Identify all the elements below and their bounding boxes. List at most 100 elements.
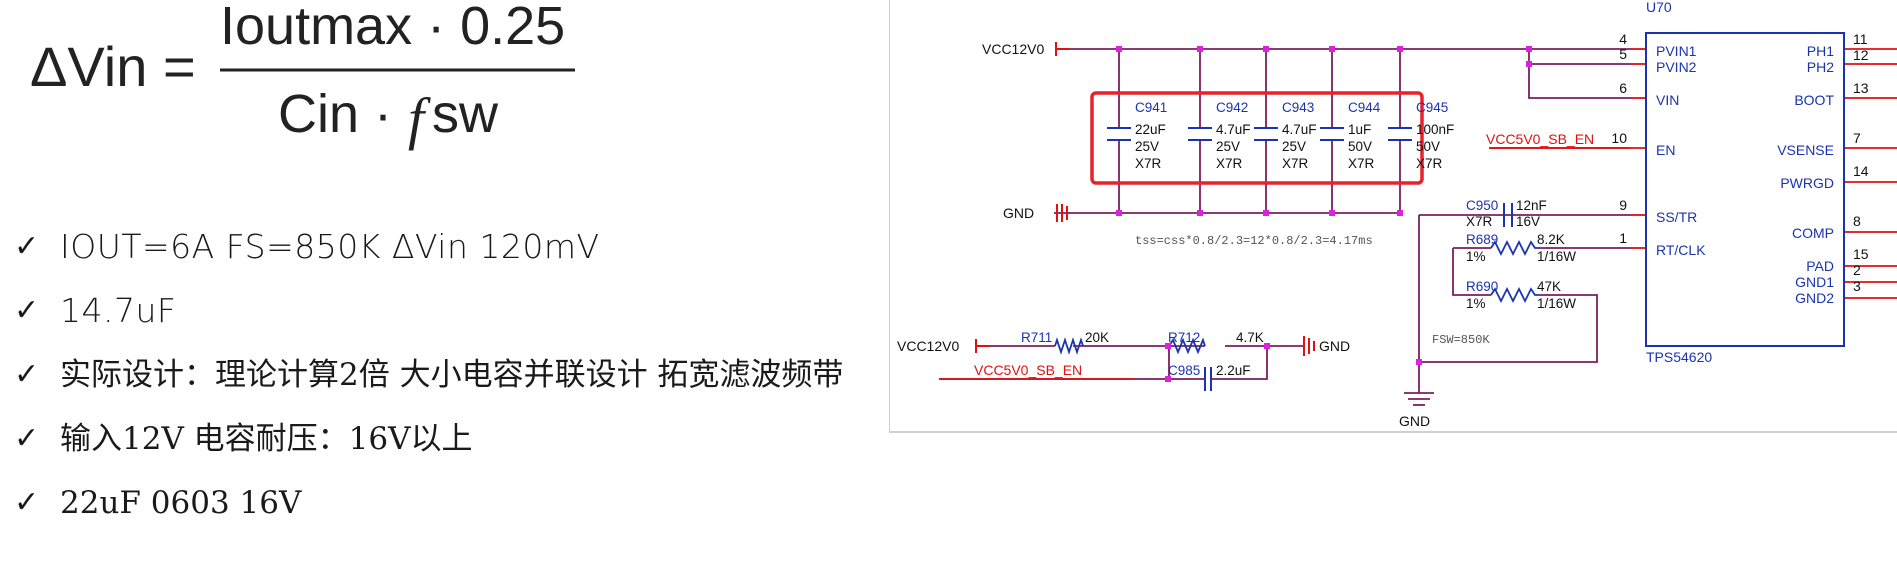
cap-value: 100nF bbox=[1416, 122, 1454, 137]
check-icon: ✓ bbox=[14, 485, 40, 520]
pin-name: PVIN2 bbox=[1656, 59, 1697, 75]
bullet-item: ✓ 14.7uF bbox=[14, 279, 874, 343]
pin-number: 5 bbox=[1619, 46, 1627, 62]
check-icon: ✓ bbox=[14, 357, 40, 392]
schematic: C941 22uF 25V X7R C942 4.7uF 25V X7R C94… bbox=[889, 0, 1897, 433]
bullet-text: 22uF 0603 16V bbox=[60, 485, 302, 521]
net-label-en-bottom: VCC5V0_SB_EN bbox=[974, 362, 1082, 378]
pin-number: 11 bbox=[1853, 31, 1868, 47]
formula: ΔVin = Ioutmax · 0.25 Cin · f sw bbox=[30, 0, 575, 151]
net-label-vcc-bottom: VCC12V0 bbox=[897, 338, 959, 354]
r711-ref: R711 bbox=[1021, 330, 1052, 345]
r712-value: 4.7K bbox=[1236, 330, 1264, 345]
r689-ref: R689 bbox=[1466, 232, 1498, 247]
r689-tolerance: 1% bbox=[1466, 249, 1486, 264]
formula-lhs: ΔVin bbox=[30, 35, 147, 98]
pin-number: 15 bbox=[1853, 246, 1869, 262]
cap-ref: C945 bbox=[1416, 100, 1448, 115]
pin-number: 12 bbox=[1853, 47, 1869, 63]
pin-number: 7 bbox=[1853, 130, 1861, 146]
formula-denominator-left: Cin · bbox=[278, 84, 392, 144]
pin-number: 14 bbox=[1853, 163, 1869, 179]
bullet-item: ✓ 输入12V 电容耐压：16V以上 bbox=[14, 407, 874, 471]
cap-voltage: 50V bbox=[1416, 139, 1440, 154]
pin-number: 10 bbox=[1611, 130, 1627, 146]
pin-name: PAD bbox=[1806, 258, 1834, 274]
tss-note: tss=css*0.8/2.3=12*0.8/2.3=4.17ms bbox=[1135, 234, 1373, 248]
pin-name: VIN bbox=[1656, 92, 1679, 108]
cap-voltage: 50V bbox=[1348, 139, 1372, 154]
pin-name: SS/TR bbox=[1656, 209, 1697, 225]
pin-name: PH1 bbox=[1807, 43, 1834, 59]
r712-ref: R712 bbox=[1168, 330, 1200, 345]
c985-ref: C985 bbox=[1168, 363, 1200, 378]
net-label-gnd: GND bbox=[1003, 205, 1034, 221]
pin-number: 13 bbox=[1853, 80, 1869, 96]
c950-voltage: 16V bbox=[1516, 214, 1540, 229]
formula-denominator-right: sw bbox=[432, 84, 499, 144]
r690-ref: R690 bbox=[1466, 279, 1498, 294]
cap-dielectric: X7R bbox=[1416, 156, 1443, 171]
ic-ref: U70 bbox=[1646, 0, 1672, 15]
pin-number: 8 bbox=[1853, 213, 1861, 229]
cap-dielectric: X7R bbox=[1348, 156, 1375, 171]
net-label-gnd-bottom: GND bbox=[1399, 413, 1430, 429]
cap-voltage: 25V bbox=[1216, 139, 1240, 154]
formula-equals: = bbox=[163, 35, 196, 98]
cap-dielectric: X7R bbox=[1135, 156, 1162, 171]
cap-value: 1uF bbox=[1348, 122, 1371, 137]
c985-value: 2.2uF bbox=[1216, 363, 1251, 378]
r711-value: 20K bbox=[1085, 330, 1109, 345]
bullet-text: 输入12V 电容耐压：16V以上 bbox=[60, 421, 473, 457]
r689-power: 1/16W bbox=[1537, 249, 1576, 264]
r689-value: 8.2K bbox=[1537, 232, 1565, 247]
r690-value: 47K bbox=[1537, 279, 1561, 294]
c950-ref: C950 bbox=[1466, 198, 1498, 213]
cap-dielectric: X7R bbox=[1216, 156, 1243, 171]
bullet-text: 实际设计：理论计算2倍 大小电容并联设计 拓宽滤波频带 bbox=[60, 357, 844, 393]
c950-value: 12nF bbox=[1516, 198, 1547, 213]
pin-number: 4 bbox=[1619, 31, 1627, 47]
bullet-text: IOUT=6A FS=850K ΔVin 120mV bbox=[60, 227, 600, 266]
cap-ref: C944 bbox=[1348, 100, 1381, 115]
r690-power: 1/16W bbox=[1537, 296, 1576, 311]
formula-numerator: Ioutmax · 0.25 bbox=[220, 0, 565, 56]
pin-number: 9 bbox=[1619, 197, 1627, 213]
bullet-list: ✓ IOUT=6A FS=850K ΔVin 120mV ✓ 14.7uF ✓ … bbox=[14, 215, 874, 535]
pin-name: PH2 bbox=[1807, 59, 1834, 75]
cap-voltage: 25V bbox=[1135, 139, 1159, 154]
pin-name: GND1 bbox=[1795, 274, 1834, 290]
check-icon: ✓ bbox=[14, 293, 40, 328]
pin-name: EN bbox=[1656, 142, 1675, 158]
pin-name: GND2 bbox=[1795, 290, 1834, 306]
cap-value: 22uF bbox=[1135, 122, 1166, 137]
cap-ref: C941 bbox=[1135, 100, 1167, 115]
cap-value: 4.7uF bbox=[1216, 122, 1251, 137]
net-label-vcc: VCC12V0 bbox=[982, 41, 1044, 57]
bullet-text: 14.7uF bbox=[60, 291, 177, 330]
bullet-item: ✓ IOUT=6A FS=850K ΔVin 120mV bbox=[14, 215, 874, 279]
pin-name: RT/CLK bbox=[1656, 242, 1706, 258]
pin-number: 6 bbox=[1619, 80, 1627, 96]
pin-number: 1 bbox=[1619, 230, 1627, 246]
check-icon: ✓ bbox=[14, 421, 40, 456]
pin-name: BOOT bbox=[1794, 92, 1834, 108]
fsw-note: FSW=850K bbox=[1432, 333, 1490, 347]
c950-dielectric: X7R bbox=[1466, 214, 1493, 229]
formula-denominator-f: f bbox=[408, 86, 431, 151]
cap-ref: C942 bbox=[1216, 100, 1248, 115]
pin-number: 2 bbox=[1853, 262, 1861, 278]
pin-name: COMP bbox=[1792, 225, 1834, 241]
pin-number: 3 bbox=[1853, 278, 1861, 294]
pin-name: PVIN1 bbox=[1656, 43, 1697, 59]
r690-tolerance: 1% bbox=[1466, 296, 1486, 311]
bullet-item: ✓ 22uF 0603 16V bbox=[14, 471, 874, 535]
check-icon: ✓ bbox=[14, 229, 40, 264]
bullet-item: ✓ 实际设计：理论计算2倍 大小电容并联设计 拓宽滤波频带 bbox=[14, 343, 874, 407]
cap-value: 4.7uF bbox=[1282, 122, 1317, 137]
pin-name: PWRGD bbox=[1780, 175, 1834, 191]
pin-name: VSENSE bbox=[1777, 142, 1834, 158]
cap-voltage: 25V bbox=[1282, 139, 1306, 154]
cap-dielectric: X7R bbox=[1282, 156, 1309, 171]
net-label-en: VCC5V0_SB_EN bbox=[1486, 131, 1594, 147]
